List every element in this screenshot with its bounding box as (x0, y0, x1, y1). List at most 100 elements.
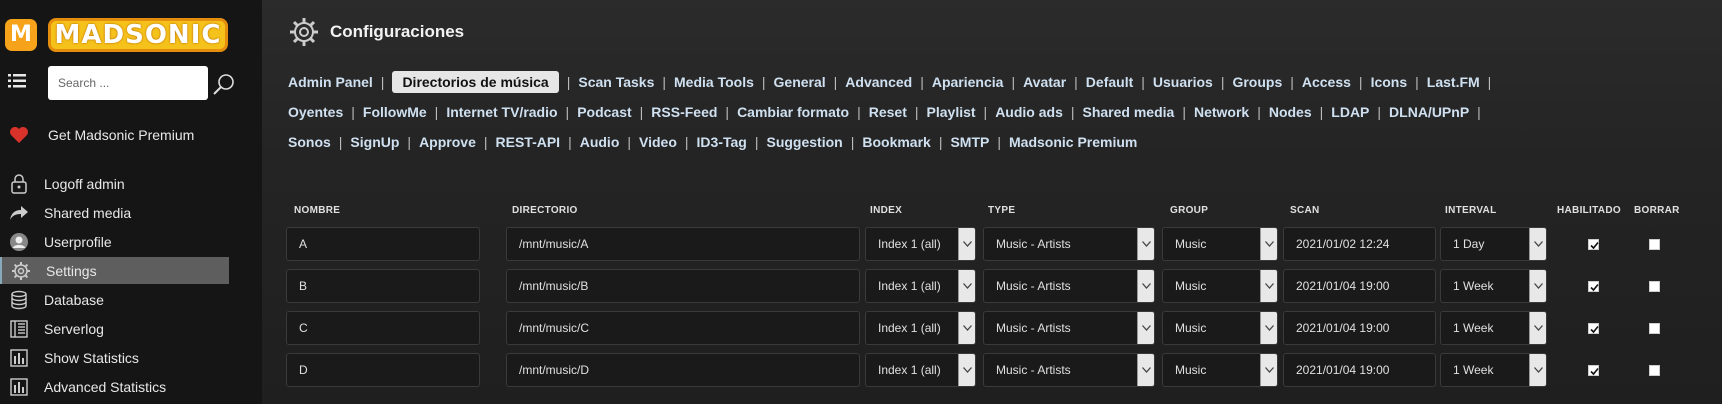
select-interval[interactable]: 1 Day (1440, 227, 1547, 261)
logo[interactable]: MADSONIC (48, 18, 228, 52)
field-dir[interactable]: /mnt/music/A (506, 227, 860, 261)
chevron-down-icon[interactable] (1529, 354, 1546, 386)
tab-rest-api[interactable]: REST-API (496, 134, 561, 150)
enabled-checkbox[interactable] (1588, 281, 1599, 292)
field-dir[interactable]: /mnt/music/D (506, 353, 860, 387)
tab-id3-tag[interactable]: ID3-Tag (697, 134, 747, 150)
select-index[interactable]: Index 1 (all) (865, 353, 976, 387)
field-scan[interactable]: 2021/01/02 12:24 (1283, 227, 1436, 261)
tab-signup[interactable]: SignUp (350, 134, 399, 150)
select-index[interactable]: Index 1 (all) (865, 227, 976, 261)
get-premium-link[interactable]: Get Madsonic Premium (0, 122, 262, 148)
sidebar-item-shared-media[interactable]: Shared media (0, 199, 229, 226)
tab-audio[interactable]: Audio (580, 134, 620, 150)
select-type[interactable]: Music - Artists (983, 311, 1155, 345)
field-name[interactable]: C (286, 311, 480, 345)
select-group[interactable]: Music (1162, 353, 1278, 387)
tab-directorios-de-m-sica[interactable]: Directorios de música (392, 71, 559, 93)
chevron-down-icon[interactable] (1529, 312, 1546, 344)
select-type[interactable]: Music - Artists (983, 269, 1155, 303)
select-index[interactable]: Index 1 (all) (865, 269, 976, 303)
field-dir[interactable]: /mnt/music/B (506, 269, 860, 303)
enabled-checkbox[interactable] (1588, 239, 1599, 250)
select-index[interactable]: Index 1 (all) (865, 311, 976, 345)
tab-madsonic-premium[interactable]: Madsonic Premium (1009, 134, 1137, 150)
tab-ldap[interactable]: LDAP (1331, 104, 1369, 120)
sidebar-item-advanced-statistics[interactable]: Advanced Statistics (0, 373, 229, 400)
select-group[interactable]: Music (1162, 227, 1278, 261)
tab-network[interactable]: Network (1194, 104, 1249, 120)
chevron-down-icon[interactable] (1260, 270, 1277, 302)
field-scan[interactable]: 2021/01/04 19:00 (1283, 311, 1436, 345)
chevron-down-icon[interactable] (1137, 354, 1154, 386)
tab-shared-media[interactable]: Shared media (1083, 104, 1175, 120)
tab-oyentes[interactable]: Oyentes (288, 104, 343, 120)
tab-access[interactable]: Access (1302, 74, 1351, 90)
sidebar-item-logoff[interactable]: Logoff admin (0, 170, 229, 197)
field-scan[interactable]: 2021/01/04 19:00 (1283, 269, 1436, 303)
field-scan[interactable]: 2021/01/04 19:00 (1283, 353, 1436, 387)
select-group[interactable]: Music (1162, 269, 1278, 303)
sidebar-item-settings[interactable]: Settings (0, 257, 229, 284)
chevron-down-icon[interactable] (1260, 312, 1277, 344)
tab-audio-ads[interactable]: Audio ads (995, 104, 1063, 120)
chevron-down-icon[interactable] (1260, 228, 1277, 260)
chevron-down-icon[interactable] (958, 228, 975, 260)
sidebar-item-serverlog[interactable]: Serverlog (0, 315, 229, 342)
logo-icon[interactable]: M (5, 19, 37, 51)
tab-media-tools[interactable]: Media Tools (674, 74, 754, 90)
delete-checkbox[interactable] (1649, 239, 1660, 250)
delete-checkbox[interactable] (1649, 281, 1660, 292)
tab-dlna-upnp[interactable]: DLNA/UPnP (1389, 104, 1469, 120)
tab-video[interactable]: Video (639, 134, 677, 150)
field-name[interactable]: B (286, 269, 480, 303)
tab-apariencia[interactable]: Apariencia (932, 74, 1004, 90)
menu-icon[interactable] (8, 74, 26, 88)
chevron-down-icon[interactable] (1137, 228, 1154, 260)
chevron-down-icon[interactable] (1260, 354, 1277, 386)
chevron-down-icon[interactable] (958, 312, 975, 344)
tab-smtp[interactable]: SMTP (950, 134, 989, 150)
tab-advanced[interactable]: Advanced (845, 74, 912, 90)
sidebar-item-database[interactable]: Database (0, 286, 229, 313)
tab-sonos[interactable]: Sonos (288, 134, 331, 150)
field-name[interactable]: A (286, 227, 480, 261)
sidebar-item-show-statistics[interactable]: Show Statistics (0, 344, 229, 371)
chevron-down-icon[interactable] (1137, 312, 1154, 344)
tab-bookmark[interactable]: Bookmark (862, 134, 930, 150)
search-input[interactable] (48, 66, 208, 100)
tab-default[interactable]: Default (1086, 74, 1133, 90)
tab-icons[interactable]: Icons (1371, 74, 1408, 90)
chevron-down-icon[interactable] (958, 354, 975, 386)
chevron-down-icon[interactable] (1529, 228, 1546, 260)
search-icon[interactable] (212, 72, 236, 96)
delete-checkbox[interactable] (1649, 323, 1660, 334)
select-interval[interactable]: 1 Week (1440, 353, 1547, 387)
tab-reset[interactable]: Reset (869, 104, 907, 120)
select-type[interactable]: Music - Artists (983, 227, 1155, 261)
field-name[interactable]: D (286, 353, 480, 387)
delete-checkbox[interactable] (1649, 365, 1660, 376)
tab-podcast[interactable]: Podcast (577, 104, 631, 120)
tab-usuarios[interactable]: Usuarios (1153, 74, 1213, 90)
tab-groups[interactable]: Groups (1232, 74, 1282, 90)
tab-approve[interactable]: Approve (419, 134, 476, 150)
enabled-checkbox[interactable] (1588, 365, 1599, 376)
field-dir[interactable]: /mnt/music/C (506, 311, 860, 345)
chevron-down-icon[interactable] (1137, 270, 1154, 302)
tab-nodes[interactable]: Nodes (1269, 104, 1312, 120)
tab-rss-feed[interactable]: RSS-Feed (651, 104, 717, 120)
tab-avatar[interactable]: Avatar (1023, 74, 1066, 90)
tab-suggestion[interactable]: Suggestion (766, 134, 842, 150)
select-type[interactable]: Music - Artists (983, 353, 1155, 387)
chevron-down-icon[interactable] (1529, 270, 1546, 302)
select-interval[interactable]: 1 Week (1440, 269, 1547, 303)
tab-cambiar-formato[interactable]: Cambiar formato (737, 104, 849, 120)
tab-admin-panel[interactable]: Admin Panel (288, 74, 373, 90)
tab-playlist[interactable]: Playlist (927, 104, 976, 120)
enabled-checkbox[interactable] (1588, 323, 1599, 334)
tab-last-fm[interactable]: Last.FM (1427, 74, 1480, 90)
tab-internet-tv-radio[interactable]: Internet TV/radio (446, 104, 557, 120)
tab-scan-tasks[interactable]: Scan Tasks (578, 74, 654, 90)
tab-followme[interactable]: FollowMe (363, 104, 427, 120)
